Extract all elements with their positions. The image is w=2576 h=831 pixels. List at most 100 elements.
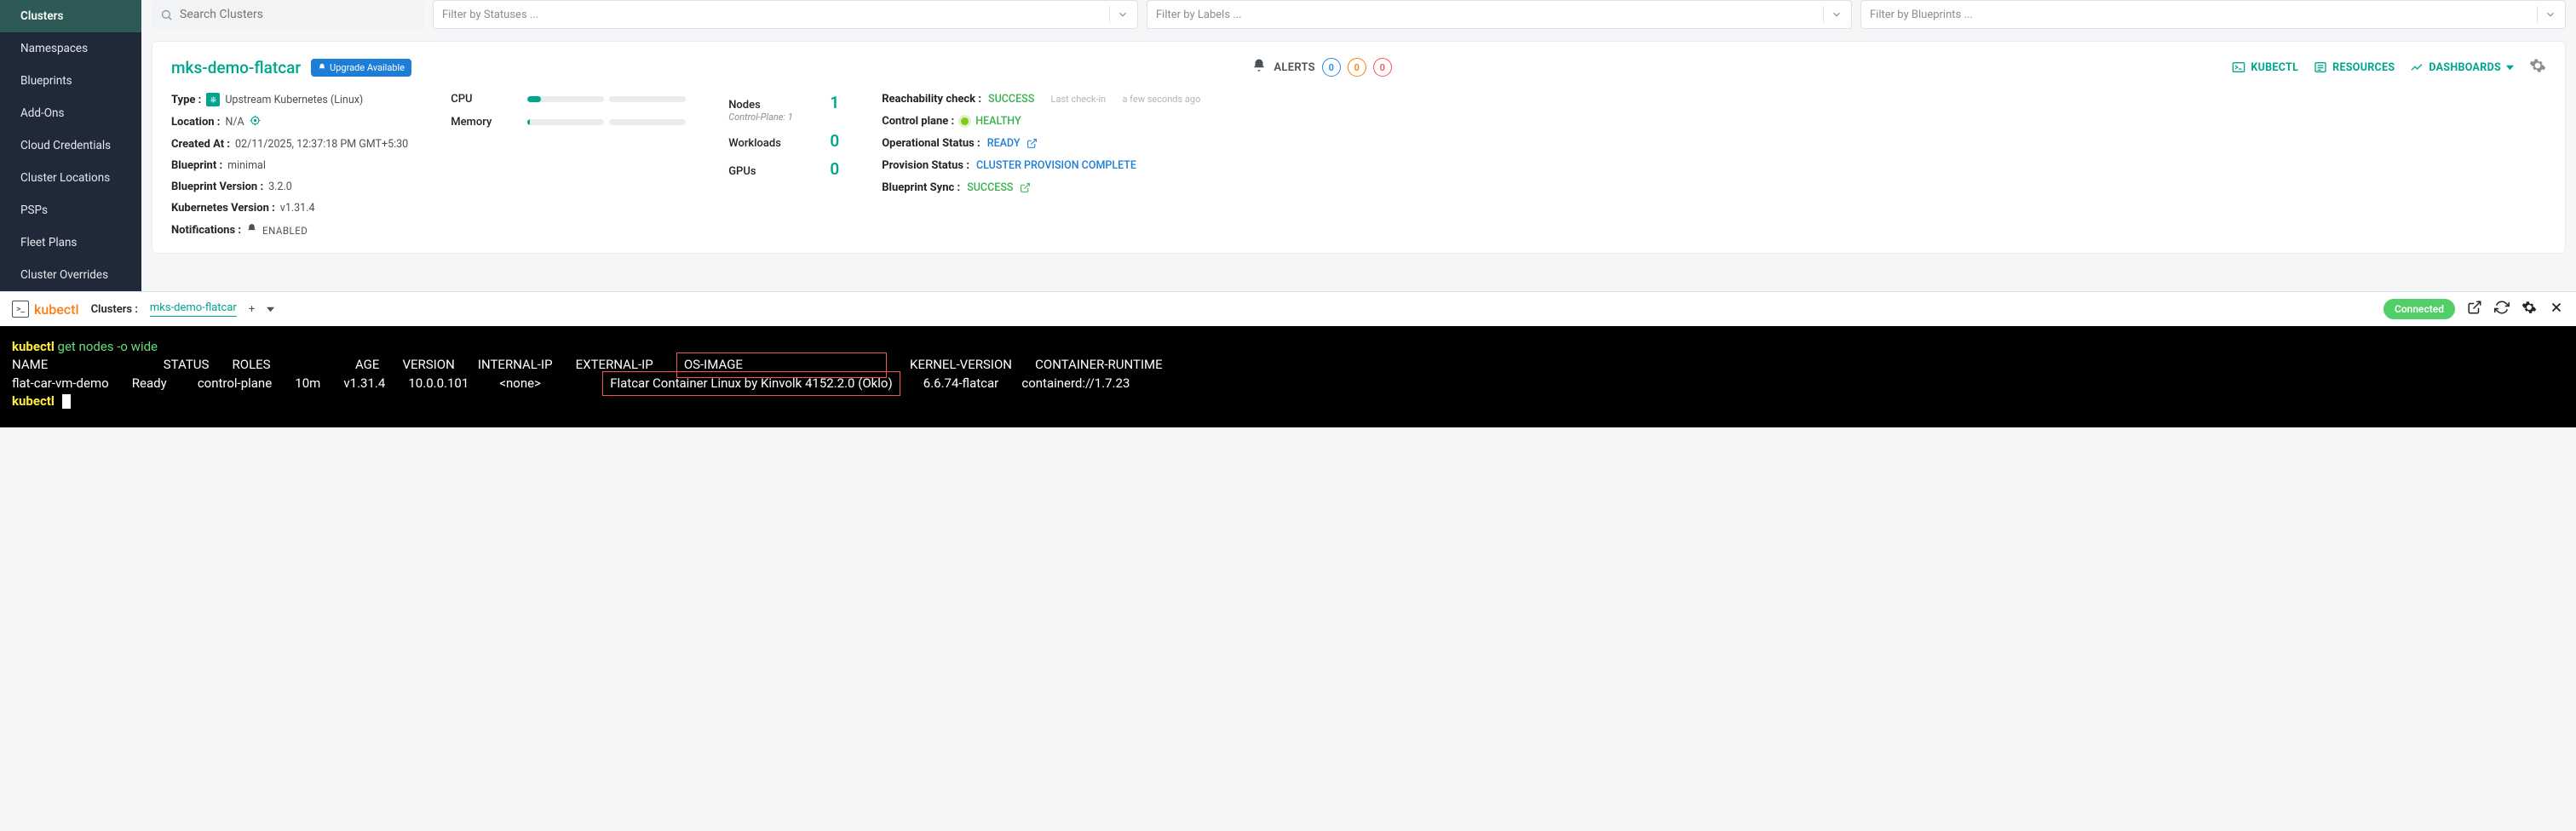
col-version: VERSION [402, 357, 454, 372]
sidebar-item-namespaces[interactable]: Namespaces [0, 32, 141, 65]
sidebar-item-addons[interactable]: Add-Ons [0, 97, 141, 129]
col-name: NAME [12, 357, 48, 372]
dashboards-button[interactable]: DASHBOARDS [2410, 60, 2514, 74]
cell-os: Flatcar Container Linux by Kinvolk 4152.… [610, 375, 893, 391]
alerts-block: ALERTS 0 0 0 [1251, 58, 1392, 77]
close-button[interactable] [2549, 300, 2564, 318]
alerts-label: ALERTS [1274, 61, 1315, 74]
settings-button[interactable] [2521, 300, 2537, 318]
filter-bar: Filter by Statuses ... Filter by Labels … [152, 0, 2566, 29]
sidebar-item-cloud-credentials[interactable]: Cloud Credentials [0, 129, 141, 162]
workloads-label: Workloads [728, 137, 781, 150]
cell-runtime: containerd://1.7.23 [1021, 375, 1130, 391]
cluster-card: mks-demo-flatcar Upgrade Available ALERT… [152, 41, 2566, 254]
kubectl-button-label: KUBECTL [2251, 61, 2298, 74]
stats-column: NodesControl-Plane: 11 Workloads0 GPUs0 [728, 93, 839, 238]
sidebar-item-clusters[interactable]: Clusters [0, 0, 141, 32]
external-link-icon[interactable] [1020, 182, 1031, 193]
reach-sub2: a few seconds ago [1122, 94, 1200, 105]
cpu-label: CPU [451, 93, 502, 106]
k8s-version-label: Kubernetes Version : [171, 202, 275, 215]
gear-icon [2529, 57, 2546, 74]
alerts-warn-count[interactable]: 0 [1348, 58, 1366, 77]
operational-label: Operational Status : [882, 137, 980, 150]
resources-button[interactable]: RESOURCES [2314, 60, 2395, 74]
bell-icon [318, 63, 326, 72]
location-label: Location : [171, 116, 220, 129]
cell-intip: 10.0.0.101 [408, 375, 469, 391]
upgrade-available-badge[interactable]: Upgrade Available [311, 59, 411, 77]
external-link-icon[interactable] [1026, 138, 1038, 149]
sidebar-item-cluster-locations[interactable]: Cluster Locations [0, 162, 141, 194]
kubectl-toolbar: >_ kubectl Clusters : mks-demo-flatcar +… [0, 291, 2576, 326]
filter-blueprints-label: Filter by Blueprints ... [1870, 9, 1973, 21]
os-image-value-highlight: Flatcar Container Linux by Kinvolk 4152.… [602, 371, 900, 396]
crosshair-icon[interactable] [250, 115, 261, 129]
type-label: Type : [171, 94, 201, 106]
type-value: Upstream Kubernetes (Linux) [225, 94, 363, 106]
k8s-version-value: v1.31.4 [280, 202, 315, 215]
control-plane-value: HEALTHY [975, 115, 1021, 128]
settings-button[interactable] [2529, 57, 2546, 77]
dashboards-button-label: DASHBOARDS [2429, 61, 2501, 74]
cell-extip: <none> [499, 375, 541, 391]
col-os: OS-IMAGE [684, 357, 743, 372]
cell-kernel: 6.6.74-flatcar [923, 375, 998, 391]
memory-label: Memory [451, 116, 502, 129]
blueprint-value: minimal [227, 159, 266, 172]
gpus-label: GPUs [728, 165, 756, 178]
alerts-info-count[interactable]: 0 [1322, 58, 1341, 77]
col-intip: INTERNAL-IP [478, 357, 553, 372]
provision-value: CLUSTER PROVISION COMPLETE [976, 159, 1136, 172]
cpu-bar [527, 96, 604, 102]
location-value: N/A [225, 116, 244, 129]
filter-labels-label: Filter by Labels ... [1156, 9, 1242, 21]
notifications-label: Notifications : [171, 224, 241, 237]
cluster-name[interactable]: mks-demo-flatcar [171, 58, 301, 77]
cell-roles: control-plane [198, 375, 272, 391]
sidebar-item-psps[interactable]: PSPs [0, 194, 141, 226]
caret-down-icon[interactable] [267, 306, 274, 313]
terminal-prompt: kubectl [12, 339, 55, 354]
sidebar-item-fleet-plans[interactable]: Fleet Plans [0, 226, 141, 259]
sidebar-item-blueprints[interactable]: Blueprints [0, 65, 141, 97]
add-cluster-button[interactable]: + [249, 303, 255, 316]
operational-value: READY [987, 137, 1021, 150]
chart-icon [2410, 60, 2424, 74]
cell-name: flat-car-vm-demo [12, 375, 109, 391]
open-external-button[interactable] [2467, 300, 2482, 318]
sidebar-item-cluster-overrides[interactable]: Cluster Overrides [0, 259, 141, 291]
filter-blueprints[interactable]: Filter by Blueprints ... [1860, 0, 2566, 29]
filter-labels[interactable]: Filter by Labels ... [1147, 0, 1852, 29]
k8s-icon: ⎈ [206, 93, 220, 106]
nodes-label: Nodes [728, 99, 793, 112]
sync-label: Blueprint Sync : [882, 181, 960, 194]
reach-sub1: Last check-in [1051, 94, 1107, 105]
created-value: 02/11/2025, 12:37:18 PM GMT+5:30 [235, 138, 408, 151]
col-roles: ROLES [233, 357, 271, 372]
cluster-selector[interactable]: mks-demo-flatcar [150, 301, 237, 317]
filter-statuses[interactable]: Filter by Statuses ... [433, 0, 1138, 29]
chevron-down-icon [1831, 9, 1843, 20]
search-input[interactable] [180, 8, 416, 21]
status-dot-icon [961, 117, 969, 125]
sync-value: SUCCESS [967, 181, 1013, 194]
terminal-prompt: kubectl [12, 393, 55, 409]
notification-bell-icon [246, 223, 257, 238]
alerts-crit-count[interactable]: 0 [1373, 58, 1392, 77]
caret-down-icon [2506, 64, 2514, 72]
blueprint-label: Blueprint : [171, 159, 222, 172]
status-column: Reachability check : SUCCESS Last check-… [882, 93, 1200, 238]
cell-status: Ready [132, 375, 167, 391]
search-clusters[interactable] [152, 0, 424, 29]
kubectl-brand-text: kubectl [34, 301, 79, 318]
col-extip: EXTERNAL-IP [576, 357, 653, 372]
search-icon [160, 9, 173, 21]
bp-version-label: Blueprint Version : [171, 181, 263, 193]
connected-badge: Connected [2383, 299, 2455, 319]
refresh-button[interactable] [2494, 300, 2510, 318]
kubectl-button[interactable]: KUBECTL [2232, 60, 2298, 74]
reachability-value: SUCCESS [988, 93, 1034, 106]
bp-version-value: 3.2.0 [268, 181, 292, 193]
terminal[interactable]: kubectl get nodes -o wide NAME STATUS RO… [0, 326, 2576, 427]
